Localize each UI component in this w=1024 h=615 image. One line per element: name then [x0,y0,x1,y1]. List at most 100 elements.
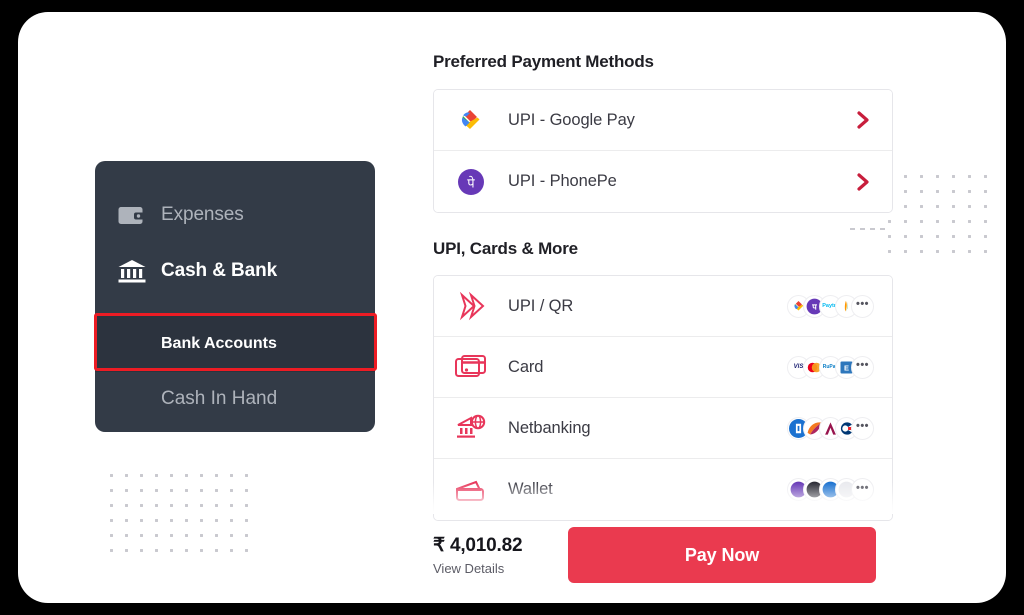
payment-row-phonepe[interactable]: पे UPI - PhonePe [434,151,892,212]
decorative-dot [245,504,248,507]
decorative-dot [920,205,923,208]
payment-row-label: Card [508,357,544,376]
decorative-dot [200,534,203,537]
decorative-dot [215,549,218,552]
decorative-dot [155,504,158,507]
sidebar-item-label: Cash In Hand [161,388,278,409]
payment-panel: Preferred Payment Methods UPI - Google P… [433,52,893,521]
decorative-dot [140,519,143,522]
sidebar-menu: Expenses Cash & Bank Bank Accounts Cash … [95,161,375,432]
decorative-dot [185,534,188,537]
decorative-dot [968,250,971,253]
decorative-dot [936,175,939,178]
decorative-dot [110,504,113,507]
decorative-dot [968,205,971,208]
sidebar-item-cash-in-hand[interactable]: Cash In Hand [95,376,375,422]
credit-card-icon [434,353,508,381]
decorative-dot [904,250,907,253]
svg-text:पे: पे [467,175,475,190]
decorative-dot [230,489,233,492]
decorative-dot [936,220,939,223]
more-methods-title: UPI, Cards & More [433,239,578,258]
decorative-dot [984,205,987,208]
decorative-dot [110,534,113,537]
chevron-right-icon[interactable] [857,172,870,192]
decorative-dot [920,250,923,253]
payment-row-label: Wallet [508,480,553,498]
decorative-dot [125,504,128,507]
decorative-dot [170,519,173,522]
decorative-dot [170,489,173,492]
badge-more-icon[interactable]: ••• [851,416,874,440]
phonepe-icon: पे [434,168,508,196]
decorative-dot [215,519,218,522]
decorative-dot [140,474,143,477]
decorative-dot [952,235,955,238]
bank-building-icon [117,258,161,284]
decorative-dot [920,190,923,193]
decorative-dot [245,519,248,522]
decorative-dot-grid-right [888,175,1000,265]
sidebar-item-bank-accounts[interactable]: Bank Accounts [95,316,375,372]
pay-bar: ₹ 4,010.82 View Details Pay Now [433,515,893,595]
payment-row-netbanking[interactable]: Netbanking ••• [434,398,892,459]
decorative-dot [185,549,188,552]
chevron-right-icon[interactable] [857,110,870,130]
decorative-dot [936,250,939,253]
decorative-dot [140,489,143,492]
decorative-dot [904,175,907,178]
decorative-dot [155,489,158,492]
decorative-dot [984,235,987,238]
decorative-dot [185,474,188,477]
sidebar-item-cash-and-bank[interactable]: Cash & Bank [95,243,375,299]
decorative-dot [110,474,113,477]
decorative-dot [968,190,971,193]
decorative-dot [984,250,987,253]
decorative-dot [200,474,203,477]
decorative-dot-grid-left [110,474,260,564]
decorative-dot [185,519,188,522]
decorative-dot [125,489,128,492]
decorative-dot [215,504,218,507]
decorative-dot [920,175,923,178]
provider-badges: प Paytm ••• [787,294,874,318]
decorative-dot [984,190,987,193]
decorative-dot [140,534,143,537]
netbanking-globe-icon [434,413,508,443]
decorative-dot [200,549,203,552]
sidebar-item-expenses[interactable]: Expenses [95,187,375,243]
decorative-dot [185,489,188,492]
decorative-dot [245,549,248,552]
decorative-dot [904,235,907,238]
decorative-dot [952,190,955,193]
provider-badges: VIS RuPay E ••• [787,355,874,379]
payment-row-label: Netbanking [508,418,591,437]
preferred-methods-title: Preferred Payment Methods [433,52,654,71]
preferred-methods-list: UPI - Google Pay पे UPI - PhonePe [433,89,893,213]
sidebar-item-label: Expenses [161,204,244,225]
decorative-dot [920,235,923,238]
badge-more-icon[interactable]: ••• [851,478,874,501]
decorative-dot [245,474,248,477]
amount-block: ₹ 4,010.82 View Details [433,534,568,576]
payment-row-upi-qr[interactable]: UPI / QR प Paytm ••• [434,276,892,337]
google-pay-icon [434,106,508,134]
decorative-dot [936,235,939,238]
decorative-dot [952,220,955,223]
decorative-dot [110,519,113,522]
payment-row-google-pay[interactable]: UPI - Google Pay [434,90,892,151]
decorative-dot [984,175,987,178]
decorative-dot [968,235,971,238]
sidebar-item-label: Cash & Bank [161,260,278,281]
decorative-dot [200,519,203,522]
badge-more-icon[interactable]: ••• [851,355,874,379]
payment-row-card[interactable]: Card VIS RuPay E ••• [434,337,892,398]
pay-now-button[interactable]: Pay Now [568,527,876,583]
badge-more-icon[interactable]: ••• [851,294,874,318]
decorative-dot [215,489,218,492]
payment-row-wallet[interactable]: Wallet ••• [434,459,892,520]
decorative-dot [170,549,173,552]
decorative-dot [170,534,173,537]
decorative-dot [110,489,113,492]
view-details-link[interactable]: View Details [433,561,568,576]
